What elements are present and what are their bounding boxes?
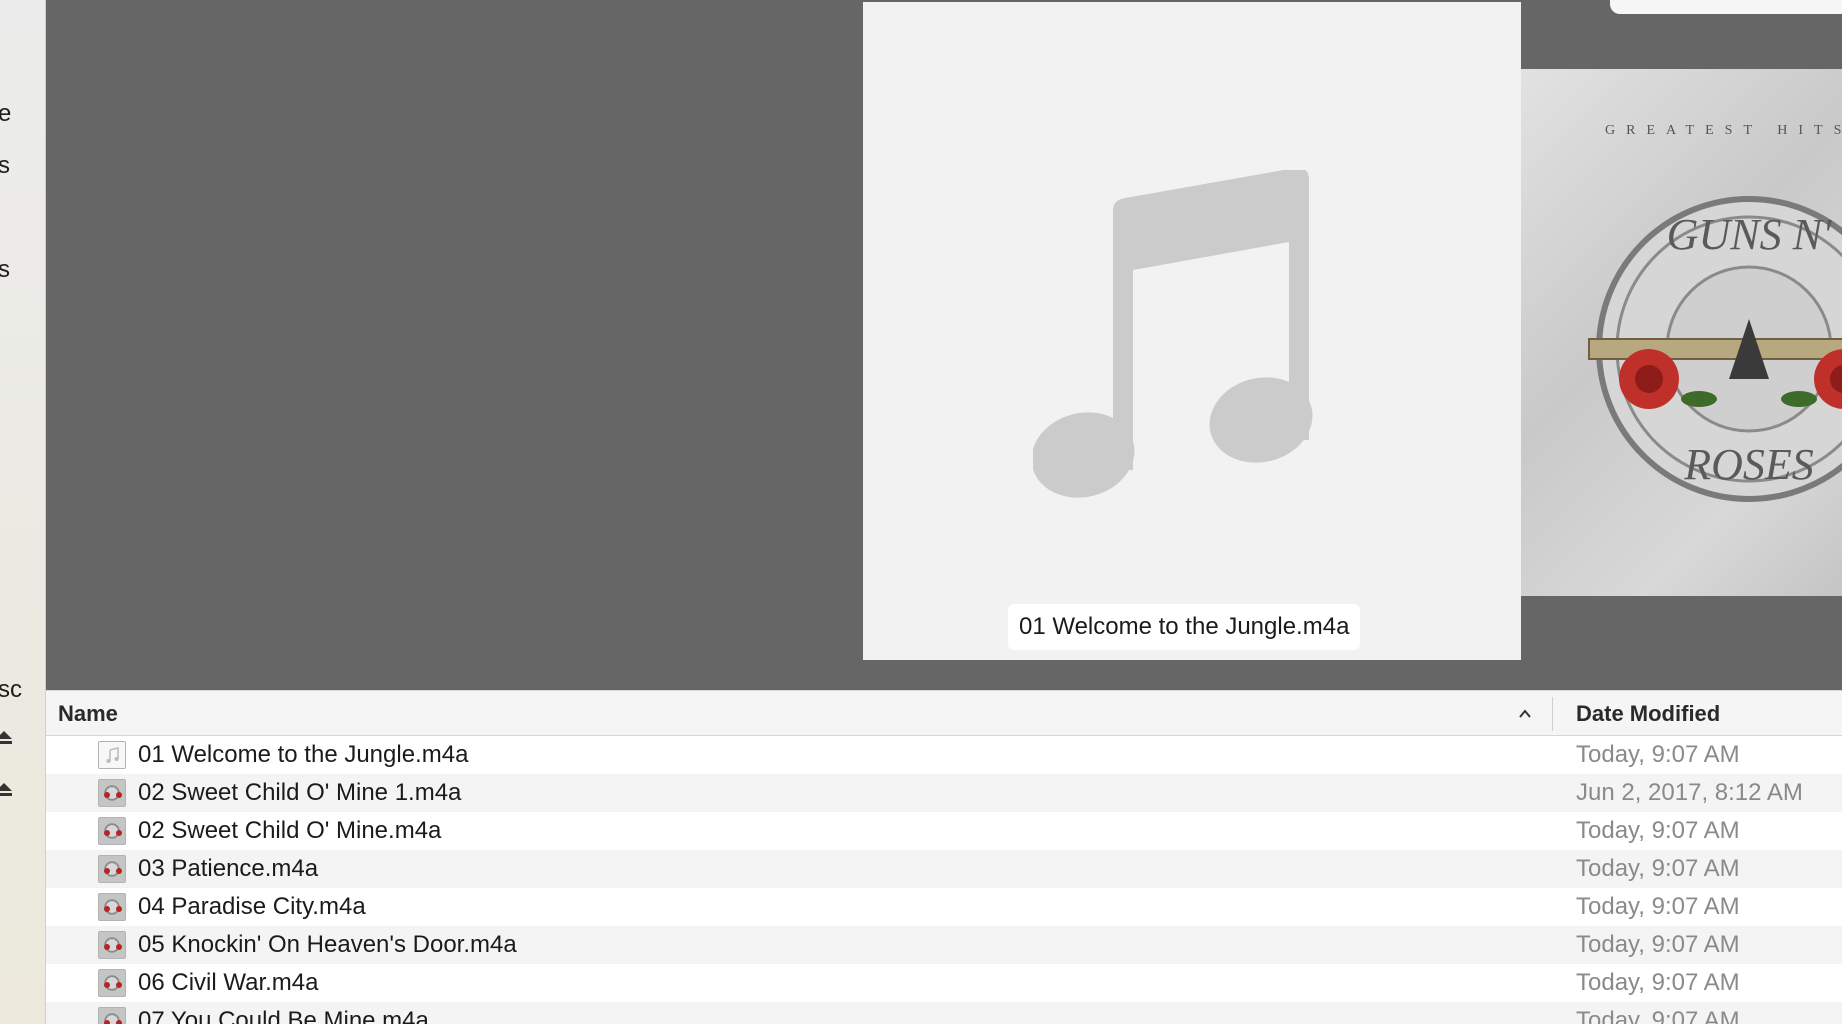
- file-date: Today, 9:07 AM: [1576, 741, 1740, 768]
- table-row[interactable]: 07 You Could Be Mine.m4a Today, 9:07 AM: [46, 1002, 1842, 1024]
- table-row[interactable]: 03 Patience.m4a Today, 9:07 AM: [46, 850, 1842, 888]
- file-date: Today, 9:07 AM: [1576, 969, 1740, 996]
- sidebar-item-fragment[interactable]: s: [0, 256, 10, 284]
- file-list: Name Date Modified 01 Welcome to the Jun…: [46, 690, 1842, 1024]
- album-art-file-icon: [98, 779, 126, 807]
- logo-text-top: GUNS N': [1667, 210, 1833, 259]
- table-row[interactable]: 02 Sweet Child O' Mine.m4a Today, 9:07 A…: [46, 812, 1842, 850]
- album-art-file-icon: [98, 855, 126, 883]
- selected-cover[interactable]: 01 Welcome to the Jungle.m4a: [863, 2, 1521, 660]
- sidebar-item-fragment[interactable]: sc: [0, 676, 22, 704]
- file-date: Jun 2, 2017, 8:12 AM: [1576, 779, 1803, 806]
- album-art-file-icon: [98, 893, 126, 921]
- eject-icon[interactable]: [0, 783, 12, 797]
- file-name: 06 Civil War.m4a: [138, 969, 319, 996]
- table-row[interactable]: 02 Sweet Child O' Mine 1.m4a Jun 2, 2017…: [46, 774, 1842, 812]
- eject-icon[interactable]: [0, 731, 12, 745]
- album-art-file-icon: [98, 817, 126, 845]
- album-art-file-icon: [98, 931, 126, 959]
- logo-text-bottom: ROSES: [1683, 440, 1814, 489]
- finder-window: e s s sc 01 Welcome to the Jungle.m4a GR…: [0, 0, 1842, 1024]
- file-date: Today, 9:07 AM: [1576, 817, 1740, 844]
- table-row[interactable]: 06 Civil War.m4a Today, 9:07 AM: [46, 964, 1842, 1002]
- rows: 01 Welcome to the Jungle.m4a Today, 9:07…: [46, 736, 1842, 1024]
- table-row[interactable]: 05 Knockin' On Heaven's Door.m4a Today, …: [46, 926, 1842, 964]
- file-date: Today, 9:07 AM: [1576, 855, 1740, 882]
- file-date: Today, 9:07 AM: [1576, 931, 1740, 958]
- popover-fragment: [1610, 0, 1842, 14]
- cover-flow-view[interactable]: 01 Welcome to the Jungle.m4a GREATEST HI…: [46, 0, 1842, 690]
- cover-caption: 01 Welcome to the Jungle.m4a: [1008, 604, 1361, 650]
- file-name: 02 Sweet Child O' Mine 1.m4a: [138, 779, 462, 806]
- file-name: 04 Paradise City.m4a: [138, 893, 366, 920]
- album-cover-title: GREATEST HITS: [1605, 123, 1842, 138]
- album-art-file-icon: [98, 1007, 126, 1024]
- sidebar: e s s sc: [0, 0, 46, 1024]
- table-row[interactable]: 01 Welcome to the Jungle.m4a Today, 9:07…: [46, 736, 1842, 774]
- chevron-up-icon[interactable]: [1517, 704, 1533, 724]
- file-name: 01 Welcome to the Jungle.m4a: [138, 741, 469, 768]
- file-name: 03 Patience.m4a: [138, 855, 319, 882]
- music-note-icon: [1033, 170, 1313, 498]
- column-divider[interactable]: [1552, 697, 1553, 731]
- file-date: Today, 9:07 AM: [1576, 1007, 1740, 1024]
- album-art-file-icon: [98, 969, 126, 997]
- file-name: 05 Knockin' On Heaven's Door.m4a: [138, 931, 517, 958]
- music-file-icon: [98, 741, 126, 769]
- file-date: Today, 9:07 AM: [1576, 893, 1740, 920]
- table-row[interactable]: 04 Paradise City.m4a Today, 9:07 AM: [46, 888, 1842, 926]
- band-logo-image: GUNS N' ROSES: [1588, 196, 1842, 502]
- sidebar-item-fragment[interactable]: e: [0, 100, 11, 128]
- sidebar-item-fragment[interactable]: s: [0, 152, 10, 180]
- adjacent-cover[interactable]: GREATEST HITS GUNS N' ROSES: [1521, 69, 1842, 596]
- column-header-name[interactable]: Name: [58, 691, 118, 737]
- file-name: 07 You Could Be Mine.m4a: [138, 1007, 429, 1024]
- file-name: 02 Sweet Child O' Mine.m4a: [138, 817, 442, 844]
- column-header-date-modified[interactable]: Date Modified: [1576, 691, 1720, 737]
- list-header: Name Date Modified: [46, 690, 1842, 736]
